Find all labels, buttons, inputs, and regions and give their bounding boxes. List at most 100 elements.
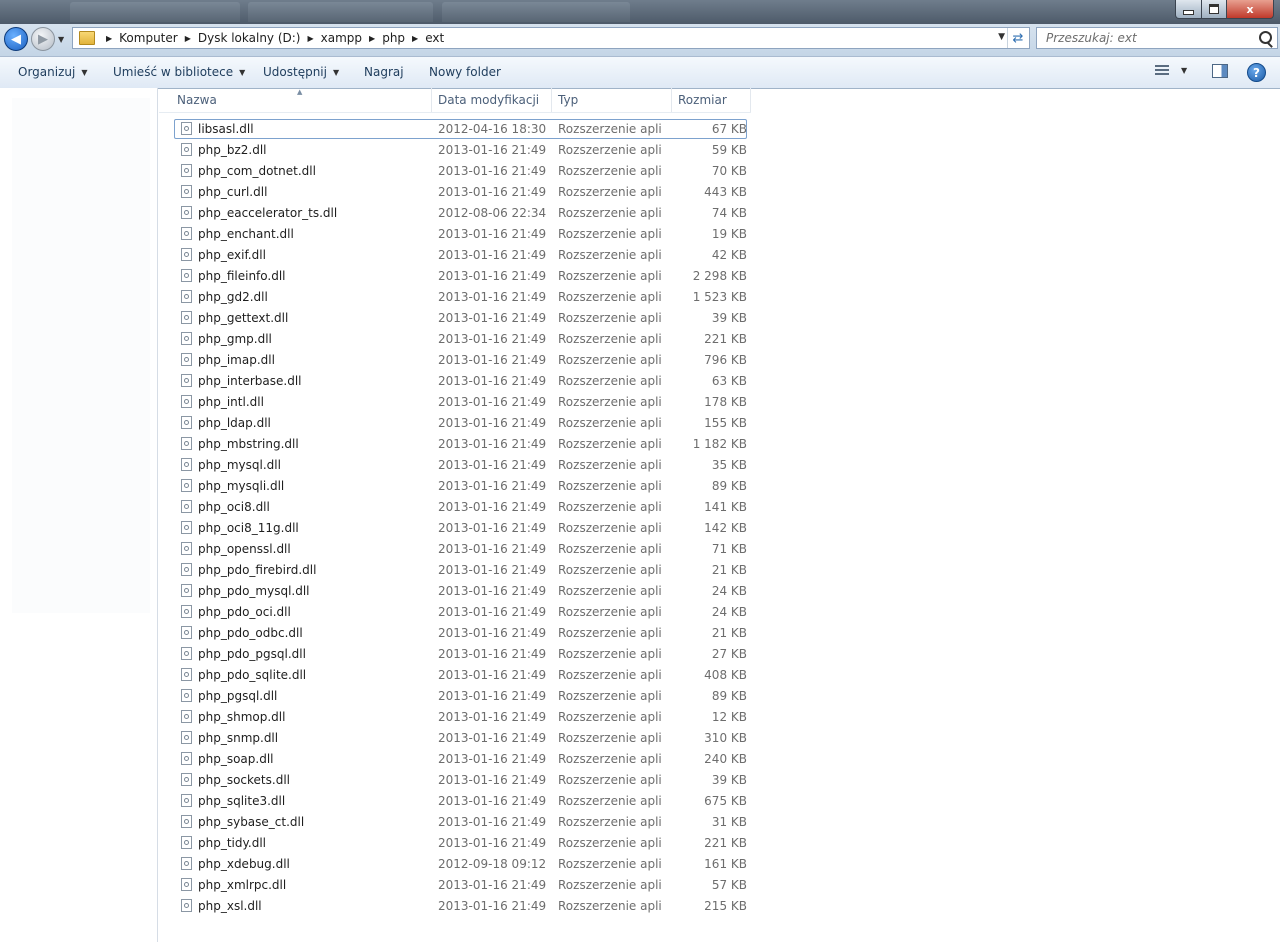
breadcrumb-separator-icon[interactable]: ▶ <box>106 34 112 43</box>
file-row[interactable]: php_interbase.dll 2013-01-16 21:49 Rozszer… <box>174 371 748 392</box>
file-row[interactable]: php_com_dotnet.dll 2013-01-16 21:49 Rozsze… <box>174 161 748 182</box>
address-dropdown-icon[interactable]: ▼ <box>998 32 1005 42</box>
details-view-icon <box>1155 65 1169 75</box>
file-row[interactable]: php_soap.dll 2013-01-16 21:49 Rozszerzenie… <box>174 749 748 770</box>
file-size: 19 KB <box>711 227 747 241</box>
file-row[interactable]: php_xsl.dll 2013-01-16 21:49 Rozszerzenie … <box>174 896 748 917</box>
breadcrumb-separator-icon[interactable]: ▶ <box>185 34 191 43</box>
file-row[interactable]: php_bz2.dll 2013-01-16 21:49 Rozszerzenie … <box>174 140 748 161</box>
file-row[interactable]: php_pdo_odbc.dll 2013-01-16 21:49 Rozszerz… <box>174 623 748 644</box>
back-button[interactable]: ◀ <box>4 27 28 51</box>
file-date: 2013-01-16 21:49 <box>438 836 547 850</box>
breadcrumb-ext[interactable]: ext <box>425 31 444 45</box>
file-rows: libsasl.dll 2012-04-16 18:30 Rozszerzenie … <box>174 119 748 917</box>
include-in-library-button[interactable]: Umieść w bibliotece ▼ <box>113 64 245 80</box>
file-row[interactable]: php_mbstring.dll 2013-01-16 21:49 Rozszerz… <box>174 434 748 455</box>
file-row[interactable]: php_openssl.dll 2013-01-16 21:49 Rozszerze… <box>174 539 748 560</box>
file-row[interactable]: php_sybase_ct.dll 2013-01-16 21:49 Rozszer… <box>174 812 748 833</box>
burn-button[interactable]: Nagraj <box>364 64 404 80</box>
dll-file-icon <box>181 143 192 156</box>
view-options-button[interactable]: ▼ <box>1155 65 1187 75</box>
file-row[interactable]: php_gettext.dll 2013-01-16 21:49 Rozszerze… <box>174 308 748 329</box>
breadcrumb-xampp[interactable]: xampp <box>321 31 362 45</box>
file-name: php_enchant.dll <box>198 227 294 241</box>
file-type: Rozszerzenie aplik... <box>558 248 662 262</box>
breadcrumb-computer[interactable]: Komputer <box>119 31 178 45</box>
file-row[interactable]: php_pdo_oci.dll 2013-01-16 21:49 Rozszerze… <box>174 602 748 623</box>
maximize-button[interactable] <box>1202 0 1227 19</box>
file-type: Rozszerzenie aplik... <box>558 542 662 556</box>
column-header-type-label: Typ <box>558 93 579 107</box>
refresh-button[interactable]: ⇄ <box>1007 28 1028 48</box>
file-type: Rozszerzenie aplik... <box>558 332 662 346</box>
minimize-button[interactable] <box>1175 0 1202 19</box>
file-row[interactable]: php_gmp.dll 2013-01-16 21:49 Rozszerzenie … <box>174 329 748 350</box>
file-row[interactable]: php_imap.dll 2013-01-16 21:49 Rozszerzenie… <box>174 350 748 371</box>
file-type: Rozszerzenie aplik... <box>558 122 662 136</box>
file-row[interactable]: php_shmop.dll 2013-01-16 21:49 Rozszerzeni… <box>174 707 748 728</box>
file-row[interactable]: php_sockets.dll 2013-01-16 21:49 Rozszerze… <box>174 770 748 791</box>
file-date: 2013-01-16 21:49 <box>438 248 547 262</box>
file-row[interactable]: php_oci8.dll 2013-01-16 21:49 Rozszerzenie… <box>174 497 748 518</box>
breadcrumb-separator-icon[interactable]: ▶ <box>369 34 375 43</box>
file-row[interactable]: php_eaccelerator_ts.dll 2012-08-06 22:34 R… <box>174 203 748 224</box>
file-name: php_pdo_mysql.dll <box>198 584 310 598</box>
file-row[interactable]: php_pdo_sqlite.dll 2013-01-16 21:49 Rozsze… <box>174 665 748 686</box>
dll-file-icon <box>181 269 192 282</box>
command-bar: Organizuj ▼ Umieść w bibliotece ▼ Udostępn… <box>0 57 1280 89</box>
file-row[interactable]: php_xmlrpc.dll 2013-01-16 21:49 Rozszerzen… <box>174 875 748 896</box>
file-date: 2013-01-16 21:49 <box>438 878 547 892</box>
dll-file-icon <box>181 710 192 723</box>
column-header-type[interactable]: Typ <box>552 88 672 112</box>
file-name: php_interbase.dll <box>198 374 302 388</box>
file-row[interactable]: php_intl.dll 2013-01-16 21:49 Rozszerzenie… <box>174 392 748 413</box>
file-row[interactable]: libsasl.dll 2012-04-16 18:30 Rozszerzenie … <box>174 119 748 140</box>
help-button[interactable]: ? <box>1247 63 1266 82</box>
address-bar[interactable]: ▶ Komputer ▶ Dysk lokalny (D:) ▶ xampp ▶… <box>72 27 1030 49</box>
new-folder-button[interactable]: Nowy folder <box>429 64 501 80</box>
file-row[interactable]: php_pgsql.dll 2013-01-16 21:49 Rozszerzeni… <box>174 686 748 707</box>
search-input[interactable] <box>1037 28 1256 48</box>
file-size: 35 KB <box>711 458 747 472</box>
file-row[interactable]: php_sqlite3.dll 2013-01-16 21:49 Rozszerze… <box>174 791 748 812</box>
file-row[interactable]: php_gd2.dll 2013-01-16 21:49 Rozszerzenie … <box>174 287 748 308</box>
minimize-icon <box>1183 9 1194 15</box>
column-header-date[interactable]: Data modyfikacji <box>432 88 552 112</box>
breadcrumb-separator-icon[interactable]: ▶ <box>308 34 314 43</box>
file-row[interactable]: php_fileinfo.dll 2013-01-16 21:49 Rozszerz… <box>174 266 748 287</box>
file-size: 443 KB <box>704 185 747 199</box>
dll-file-icon <box>181 731 192 744</box>
breadcrumb-php[interactable]: php <box>382 31 405 45</box>
file-row[interactable]: php_tidy.dll 2013-01-16 21:49 Rozszerzenie… <box>174 833 748 854</box>
organize-label: Organizuj <box>18 65 76 79</box>
navigation-pane[interactable] <box>0 88 158 942</box>
file-name: php_ldap.dll <box>198 416 271 430</box>
file-row[interactable]: php_pdo_mysql.dll 2013-01-16 21:49 Rozszer… <box>174 581 748 602</box>
preview-pane-button[interactable] <box>1212 64 1228 78</box>
file-row[interactable]: php_xdebug.dll 2012-09-18 09:12 Rozszerzen… <box>174 854 748 875</box>
file-row[interactable]: php_pdo_pgsql.dll 2013-01-16 21:49 Rozszer… <box>174 644 748 665</box>
chevron-down-icon: ▼ <box>81 67 88 77</box>
forward-button[interactable]: ▶ <box>31 27 55 51</box>
file-row[interactable]: php_snmp.dll 2013-01-16 21:49 Rozszerzenie… <box>174 728 748 749</box>
share-button[interactable]: Udostępnij ▼ <box>263 64 339 80</box>
file-row[interactable]: php_mysqli.dll 2013-01-16 21:49 Rozszerzen… <box>174 476 748 497</box>
organize-button[interactable]: Organizuj ▼ <box>18 64 87 80</box>
file-row[interactable]: php_curl.dll 2013-01-16 21:49 Rozszerzenie… <box>174 182 748 203</box>
file-name: php_openssl.dll <box>198 542 291 556</box>
close-button[interactable]: x <box>1227 0 1274 19</box>
recent-pages-dropdown[interactable]: ▼ <box>58 35 64 44</box>
search-icon[interactable] <box>1259 31 1272 44</box>
file-row[interactable]: php_mysql.dll 2013-01-16 21:49 Rozszerzeni… <box>174 455 748 476</box>
file-row[interactable]: php_ldap.dll 2013-01-16 21:49 Rozszerzenie… <box>174 413 748 434</box>
file-name: php_sockets.dll <box>198 773 290 787</box>
breadcrumb-local-disk[interactable]: Dysk lokalny (D:) <box>198 31 301 45</box>
file-row[interactable]: php_oci8_11g.dll 2013-01-16 21:49 Rozszerz… <box>174 518 748 539</box>
breadcrumb-separator-icon[interactable]: ▶ <box>412 34 418 43</box>
column-header-size[interactable]: Rozmiar <box>672 88 751 112</box>
file-row[interactable]: php_exif.dll 2013-01-16 21:49 Rozszerzenie… <box>174 245 748 266</box>
file-row[interactable]: php_pdo_firebird.dll 2013-01-16 21:49 Rozs… <box>174 560 748 581</box>
file-row[interactable]: php_enchant.dll 2013-01-16 21:49 Rozszerze… <box>174 224 748 245</box>
folder-icon <box>79 31 95 45</box>
dll-file-icon <box>181 374 192 387</box>
